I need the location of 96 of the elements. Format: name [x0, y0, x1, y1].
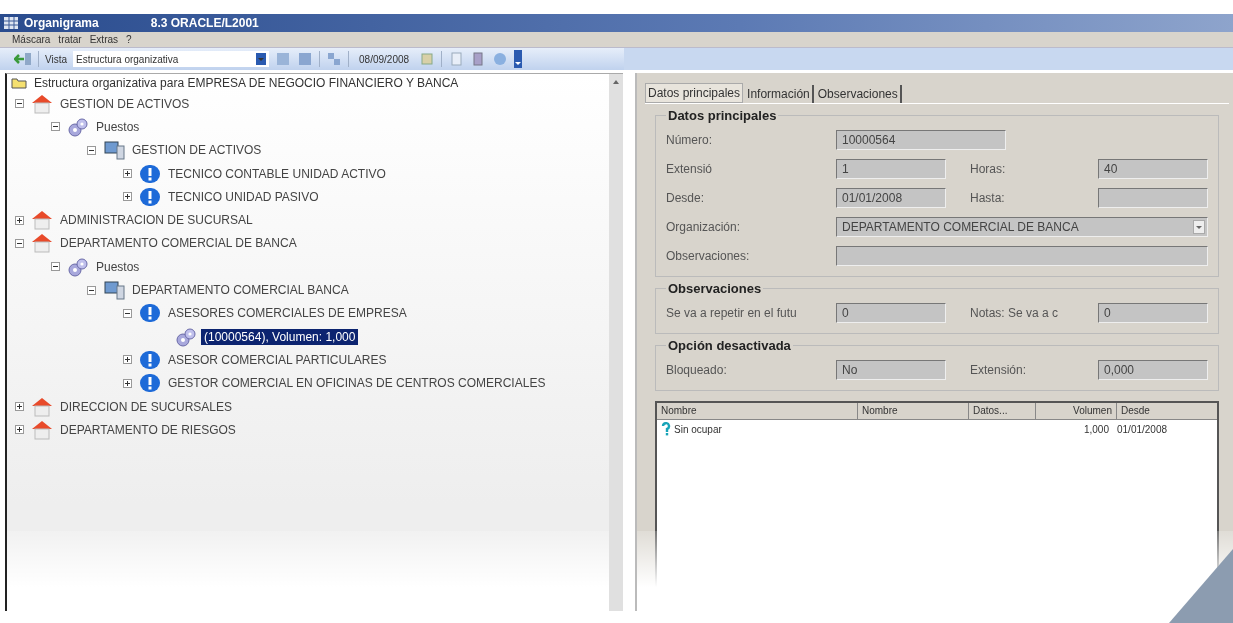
field-label: Organización: [666, 219, 742, 234]
tree-node-label[interactable]: TECNICO UNIDAD PASIVO [165, 188, 322, 205]
house-icon [31, 93, 53, 114]
tree-node-label[interactable]: GESTION DE ACTIVOS [129, 142, 265, 159]
field-label: Se va a repetir en el futu [666, 305, 798, 320]
info-alert-icon [139, 303, 161, 324]
gears-icon [175, 326, 197, 347]
tree-node-label[interactable]: ASESOR COMERCIAL PARTICULARES [165, 351, 390, 368]
menu-item[interactable]: Extras [89, 34, 119, 45]
column-header[interactable]: Volumen [1036, 403, 1117, 419]
tab[interactable]: Información [745, 85, 814, 103]
input-field[interactable]: 0 [836, 302, 946, 323]
collapse-icon[interactable] [15, 238, 24, 248]
expand-icon[interactable] [123, 378, 132, 388]
exit-arrow-icon[interactable] [14, 52, 32, 66]
info-alert-icon [139, 186, 161, 207]
menu-item[interactable]: ? [126, 34, 132, 45]
field-label: Desde: [666, 190, 706, 205]
field-label: Notas: Se va a c [970, 305, 1060, 320]
menu-item[interactable]: tratar [58, 34, 82, 45]
overflow-chevron-icon[interactable] [514, 50, 523, 68]
gears-icon [67, 256, 89, 277]
computer-icon [103, 280, 125, 300]
tree-node-label[interactable]: DEPARTAMENTO DE RIESGOS [57, 421, 239, 438]
group-title: Observaciones [667, 281, 763, 296]
tab[interactable]: Observaciones [815, 85, 902, 103]
menu-item[interactable]: Máscara [12, 34, 51, 45]
collapse-icon[interactable] [87, 145, 96, 155]
expand-icon[interactable] [15, 215, 24, 225]
gears-icon [67, 116, 89, 137]
group-title: Opción desactivada [667, 338, 792, 353]
house-icon [31, 210, 53, 231]
view-label: Vista [45, 53, 68, 65]
input-field[interactable]: 0,000 [1098, 359, 1208, 380]
tree-node-label[interactable]: DEPARTAMENTO COMERCIAL BANCA [129, 282, 352, 298]
input-field[interactable]: 0 [1098, 302, 1208, 323]
version-label: 8.3 ORACLE/L2001 [150, 16, 259, 30]
input-field[interactable] [836, 245, 1208, 266]
field-label: Extensión: [970, 362, 1028, 377]
computer-icon [103, 140, 125, 161]
column-header[interactable]: Nombre [858, 403, 969, 419]
input-field[interactable]: 10000564 [836, 129, 1006, 150]
column-header[interactable]: Desde [1117, 403, 1217, 419]
collapse-icon[interactable] [51, 262, 60, 272]
collapse-icon[interactable] [15, 99, 24, 109]
column-header[interactable]: Nombre [657, 403, 858, 419]
folder-icon [11, 77, 27, 89]
table-cell: 01/01/2008 [1117, 423, 1168, 435]
question-mark-icon [661, 422, 671, 436]
app-grid-icon [4, 17, 18, 29]
tree-node-label[interactable]: (10000564), Volumen: 1,000 [201, 328, 359, 345]
input-field[interactable]: 01/01/2008 [836, 187, 946, 208]
view-dropdown[interactable]: Estructura organizativa [73, 51, 270, 67]
window-title: Organigrama [24, 16, 99, 30]
group-title: Datos principales [667, 108, 778, 123]
date-field[interactable]: 08/09/2008 [355, 53, 414, 65]
expand-icon[interactable] [15, 425, 24, 435]
collapse-icon[interactable] [123, 308, 132, 318]
tree-node-label[interactable]: Puestos [93, 258, 143, 275]
info-alert-icon [139, 349, 161, 370]
field-label: Número: [666, 132, 713, 147]
tree-node-label[interactable]: GESTOR COMERCIAL EN OFICINAS DE CENTROS COMERCIALES [165, 375, 549, 392]
house-icon [31, 419, 53, 440]
expand-icon[interactable] [15, 402, 24, 411]
expand-icon[interactable] [123, 355, 132, 365]
field-label: Extensió [666, 161, 714, 176]
info-alert-icon [139, 163, 161, 184]
tree-node-label[interactable]: DIRECCION DE SUCURSALES [57, 398, 236, 415]
input-field[interactable]: 40 [1098, 158, 1208, 179]
expand-icon[interactable] [123, 169, 132, 179]
table-cell: 1,000 [1083, 423, 1109, 435]
tree-node-label[interactable]: TECNICO CONTABLE UNIDAD ACTIVO [165, 165, 389, 182]
tree-node-label[interactable]: Puestos [93, 118, 143, 135]
collapse-icon[interactable] [51, 122, 60, 132]
field-label: Observaciones: [666, 248, 751, 263]
field-label: Horas: [970, 161, 1007, 176]
tree-node-label[interactable]: GESTION DE ACTIVOS [57, 95, 193, 112]
house-icon [31, 233, 53, 254]
collapse-icon[interactable] [87, 285, 96, 295]
field-label: Hasta: [970, 190, 1006, 205]
organization-dropdown[interactable]: DEPARTAMENTO COMERCIAL DE BANCA [836, 216, 1208, 237]
scrollbar[interactable] [609, 74, 623, 611]
expand-icon[interactable] [123, 192, 132, 202]
tree-node-label[interactable]: ADMINISTRACION DE SUCURSAL [57, 212, 256, 229]
tree-node-label[interactable]: DEPARTAMENTO COMERCIAL DE BANCA [57, 235, 300, 252]
tree-root-label[interactable]: Estructura organizativa para EMPRESA DE NEGOCIO FINANCIERO Y BANCA [31, 75, 462, 91]
input-field[interactable]: No [836, 359, 946, 380]
column-header[interactable]: Datos... [969, 403, 1036, 419]
input-field[interactable]: 1 [836, 158, 946, 179]
field-label: Bloqueado: [666, 362, 728, 377]
tab[interactable]: Datos principales [645, 83, 744, 103]
table-cell: Sin ocupar [674, 423, 722, 435]
info-alert-icon [139, 373, 161, 394]
input-field[interactable] [1098, 187, 1208, 208]
tree-node-label[interactable]: ASESORES COMERCIALES DE EMPRESA [165, 305, 410, 322]
house-icon [31, 396, 53, 417]
